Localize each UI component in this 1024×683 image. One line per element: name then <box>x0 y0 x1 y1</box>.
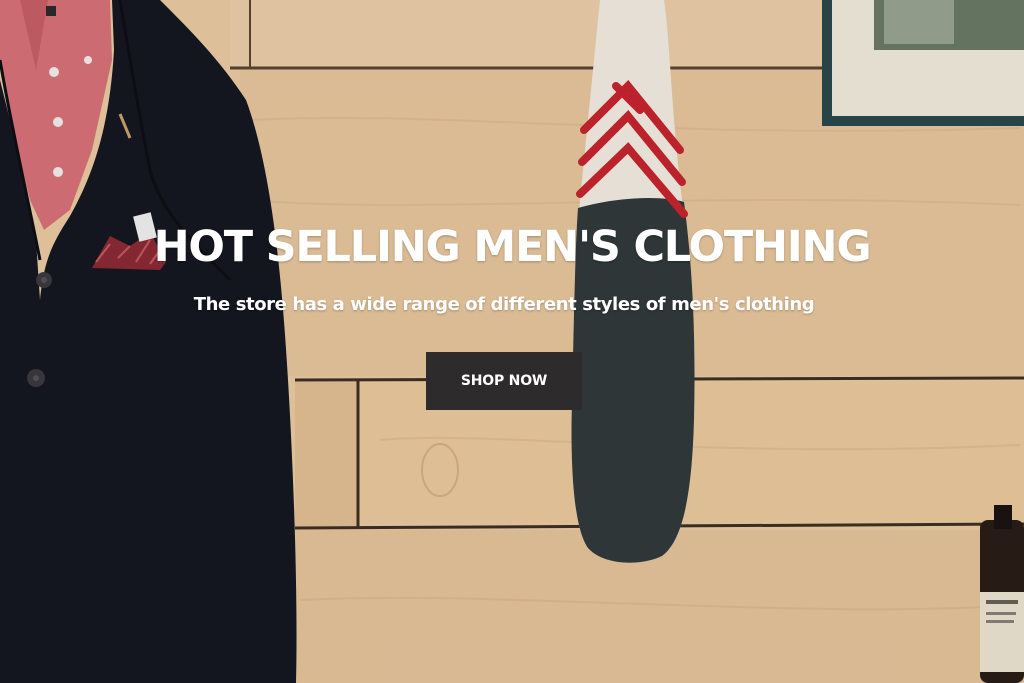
hero-title: HOT SELLING MEN'S CLOTHING <box>153 222 872 272</box>
hero-subtitle: The store has a wide range of different … <box>193 294 815 315</box>
shop-now-button[interactable]: SHOP NOW <box>426 352 582 410</box>
hero-banner: HOT SELLING MEN'S CLOTHING The store has… <box>0 0 1024 683</box>
hero-overlay <box>0 0 1024 683</box>
